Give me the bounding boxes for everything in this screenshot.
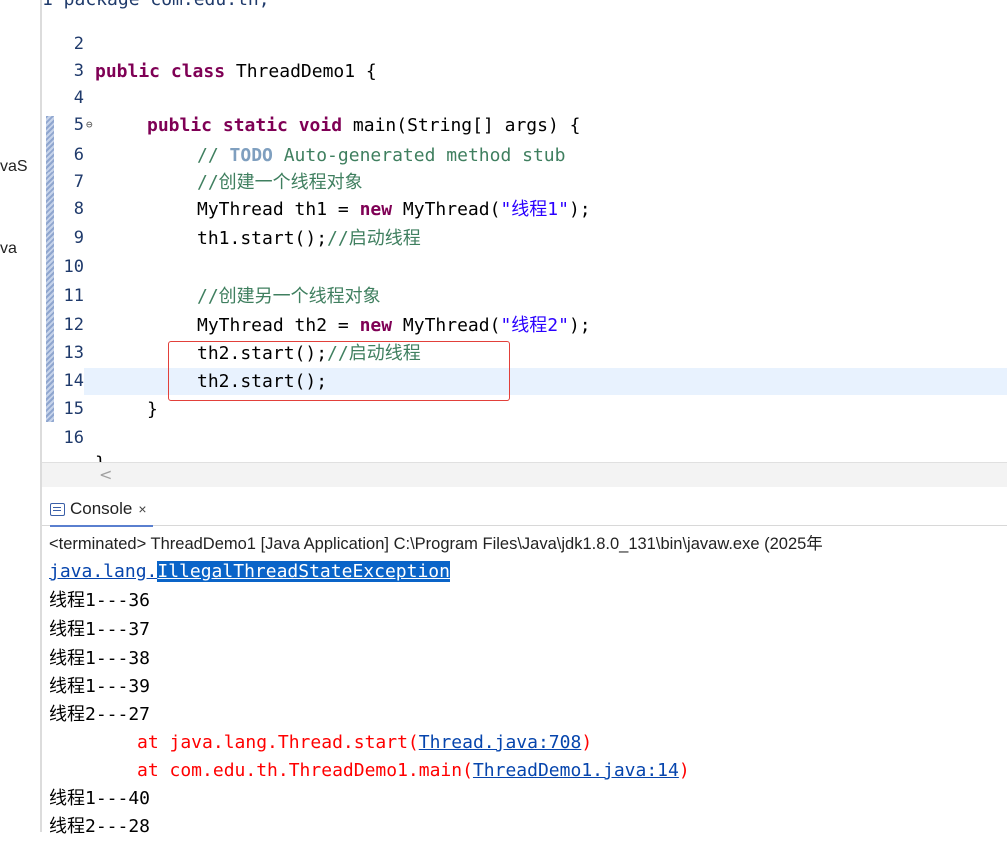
stack-trace-text: at java.lang.Thread.start( — [137, 732, 419, 753]
line-number: 2 — [73, 34, 84, 54]
console-icon — [50, 502, 65, 516]
close-icon[interactable]: × — [138, 501, 146, 517]
console-tab-bar: Console × — [42, 493, 1007, 527]
console-output-line: 线程1---39 — [49, 676, 151, 697]
code-line-6: // TODO Auto-generated method stub — [197, 142, 565, 169]
line-number: 6 — [73, 145, 84, 165]
stack-trace-text: at com.edu.th.ThreadDemo1.main( — [137, 760, 473, 781]
code-text: th1.start(); — [197, 228, 328, 249]
code-text: ); — [568, 315, 591, 336]
todo-tag: TODO — [229, 145, 273, 166]
fold-collapse-icon[interactable]: ⊖ — [86, 118, 93, 131]
code-text: ThreadDemo1 { — [225, 61, 377, 82]
code-line-8: MyThread th1 = new MyThread("线程1"); — [197, 196, 591, 223]
code-text: MyThread th1 = — [197, 199, 360, 220]
keyword: public static void — [147, 115, 343, 136]
stack-trace-link[interactable]: ThreadDemo1.java:14 — [473, 760, 679, 781]
line-number: 14 — [63, 371, 84, 391]
code-text: MyThread( — [392, 199, 501, 220]
line-number: 7 — [73, 172, 84, 192]
line-number: 16 — [63, 428, 84, 448]
keyword: new — [359, 315, 393, 336]
stack-trace-link[interactable]: Thread.java:708 — [419, 732, 582, 753]
stack-trace-line: at com.edu.th.ThreadDemo1.main(ThreadDem… — [49, 756, 690, 785]
console-output-line: 线程2---27 — [49, 704, 151, 725]
line-number: 10 — [63, 257, 84, 277]
line-number: 15 — [63, 399, 84, 419]
console-output-line: 线程1---36 — [49, 590, 151, 611]
console-output-line: 线程2---28 — [49, 816, 151, 837]
console-output-line: 线程1---40 — [49, 788, 151, 809]
exception-package-link[interactable]: java.lang. — [49, 561, 157, 582]
change-indicator — [46, 172, 54, 422]
code-text: MyThread th2 = — [197, 315, 360, 336]
code-line-15: } — [147, 399, 158, 420]
stack-trace-text: ) — [581, 732, 593, 753]
line-number: 3 — [73, 61, 84, 81]
editor-horizontal-scrollbar[interactable]: < — [42, 462, 1007, 487]
line-number: 9 — [73, 228, 84, 248]
highlight-annotation-box — [168, 341, 510, 401]
code-line-3: public class ThreadDemo1 { — [95, 58, 377, 85]
line-number: 13 — [63, 343, 84, 363]
code-line-7: //创建一个线程对象 — [197, 172, 363, 193]
line-number: 5 — [73, 115, 84, 135]
exception-line: java.lang.IllegalThreadStateException — [49, 557, 450, 586]
change-indicator — [46, 116, 54, 172]
tab-console[interactable]: Console × — [50, 493, 153, 527]
code-text: MyThread( — [392, 315, 501, 336]
comment: Auto-generated method stub — [272, 145, 566, 166]
code-editor[interactable]: 1 package com.edu.th; 2 3 4 5 ⊖ 6 7 8 9 … — [42, 0, 1007, 462]
line-number: 11 — [63, 286, 84, 306]
console-output-line: 线程1---38 — [49, 648, 151, 669]
console-output-line: 线程1---37 — [49, 619, 151, 640]
exception-name-link[interactable]: IllegalThreadStateException — [157, 561, 450, 582]
code-line-11: //创建另一个线程对象 — [197, 286, 381, 307]
code-text: main(String[] args) { — [342, 115, 581, 136]
console-status-line: <terminated> ThreadDemo1 [Java Applicati… — [49, 535, 823, 553]
stack-trace-text: ) — [678, 760, 690, 781]
line-number: 8 — [73, 199, 84, 219]
stack-trace-line: at java.lang.Thread.start(Thread.java:70… — [49, 728, 592, 757]
scroll-left-arrow-icon[interactable]: < — [99, 465, 112, 484]
code-line-9: th1.start();//启动线程 — [197, 225, 421, 252]
console-tab-label: Console — [70, 499, 133, 518]
line-number: 12 — [63, 315, 84, 335]
line-number: 4 — [73, 88, 84, 108]
code-line-17-partial: } — [95, 450, 106, 462]
explorer-item-label[interactable]: vaS — [0, 158, 28, 176]
string-literal: "线程1" — [500, 199, 569, 220]
code-line-12: MyThread th2 = new MyThread("线程2"); — [197, 312, 591, 339]
string-literal: "线程2" — [500, 315, 569, 336]
keyword: public class — [95, 61, 226, 82]
keyword: new — [359, 199, 393, 220]
partial-top-line: 1 package com.edu.th; — [42, 0, 270, 13]
comment: //启动线程 — [327, 228, 421, 249]
package-explorer-strip: vaS va — [0, 0, 40, 832]
code-line-5: public static void main(String[] args) { — [147, 112, 581, 139]
comment: // — [197, 145, 230, 166]
explorer-item-label[interactable]: va — [0, 240, 17, 258]
code-text: ); — [568, 199, 591, 220]
